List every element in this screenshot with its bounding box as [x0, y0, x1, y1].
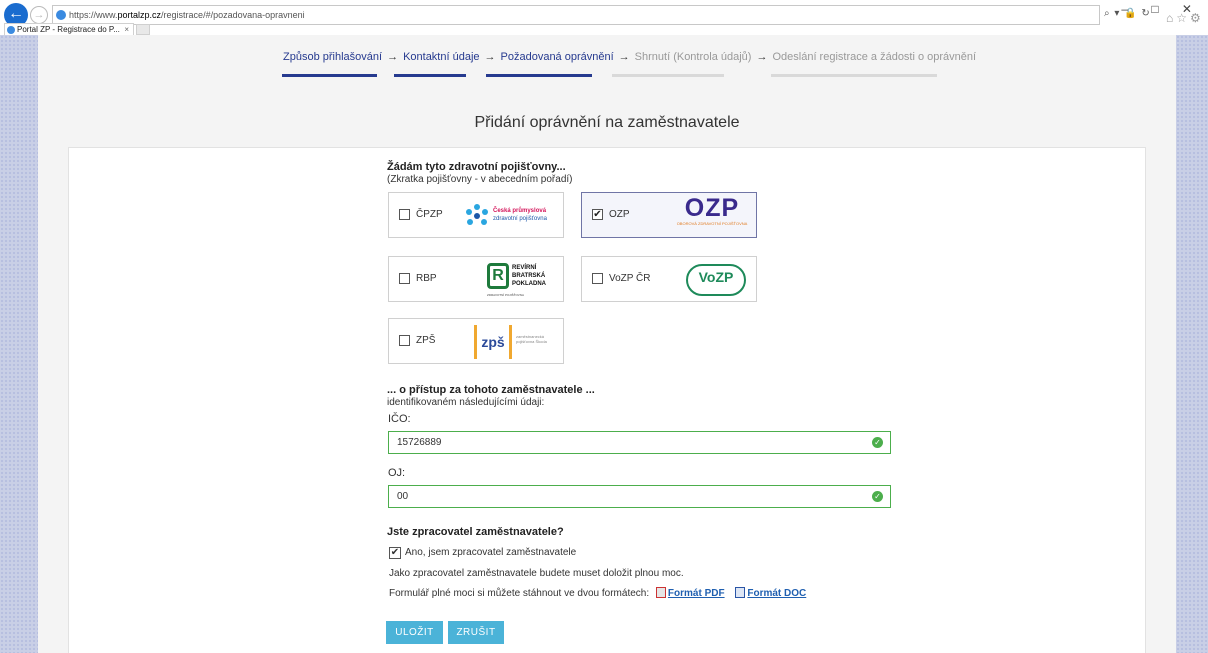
cpzp-logo-line2: zdravotní pojišťovna: [493, 216, 547, 222]
oj-value: 00: [397, 491, 409, 502]
download-pdf-link[interactable]: Formát PDF: [668, 588, 725, 599]
oj-input[interactable]: 00 ✓: [388, 485, 891, 508]
page-title: Přidání oprávnění na zaměstnavatele: [474, 114, 740, 131]
step-arrow: →: [387, 51, 399, 63]
pdf-file-icon: [655, 587, 666, 598]
zps-logo-subtitle: zaměstnanecká pojišťovna Škoda: [516, 334, 547, 344]
url-path: /registrace/#/pozadovana-opravneni: [161, 10, 305, 20]
tab-title: Portal ZP - Registrace do P...: [17, 25, 120, 34]
valid-check-icon: ✓: [872, 437, 883, 448]
insurer-checkbox-cpzp[interactable]: [399, 209, 410, 220]
download-doc-link[interactable]: Formát DOC: [747, 588, 806, 599]
vozp-logo: VoZP: [686, 264, 746, 296]
step-login-method[interactable]: Způsob přihlašování: [283, 51, 382, 63]
step-arrow: →: [618, 51, 630, 63]
insurer-card-ozp[interactable]: ✔ OZP OZP OBOROVÁ ZDRAVOTNÍ POJIŠŤOVNA: [581, 192, 757, 238]
address-bar[interactable]: https://www.portalzp.cz/registrace/#/poz…: [52, 5, 1100, 25]
employer-subheading: identifikovaném následujícími údaji:: [387, 397, 545, 408]
cpzp-logo: Česká průmyslová zdravotní pojišťovna: [464, 203, 559, 229]
rbp-logo: R REVÍRNÍ BRATRSKÁ POKLADNA ZDRAVOTNÍ PO…: [487, 261, 557, 299]
site-favicon-icon: [56, 10, 66, 20]
zps-logo-mark: zpš: [474, 325, 512, 359]
step-bar-permissions: [486, 74, 592, 77]
step-bar-submit: [771, 74, 937, 77]
cancel-button[interactable]: ZRUŠIT: [448, 621, 504, 644]
ico-value: 15726889: [397, 437, 442, 448]
insurer-checkbox-zps[interactable]: [399, 335, 410, 346]
step-arrow: →: [484, 51, 496, 63]
forward-button[interactable]: →: [30, 6, 48, 24]
insurer-label: OZP: [609, 209, 630, 220]
step-bar-summary: [612, 74, 724, 77]
rbp-emblem-icon: R: [487, 263, 509, 289]
tab-favicon-icon: [7, 26, 15, 34]
insurer-card-zps[interactable]: ZPŠ zpš zaměstnanecká pojišťovna Škoda: [388, 318, 564, 364]
ico-label: IČO:: [388, 413, 411, 425]
page-background: Způsob přihlašování → Kontaktní údaje → Poža…: [0, 35, 1208, 653]
processor-checkbox[interactable]: ✔: [389, 547, 401, 559]
window-controls[interactable]: – □ ✕: [1121, 2, 1202, 16]
url-prefix: https://www.: [69, 10, 118, 20]
cpzp-logo-line1: Česká průmyslová: [493, 208, 547, 214]
ozp-logo: OZP OBOROVÁ ZDRAVOTNÍ POJIŠŤOVNA: [672, 195, 752, 235]
insurers-subheading: (Zkratka pojišťovny - v abecedním pořadí…: [387, 174, 573, 185]
step-contact-info[interactable]: Kontaktní údaje: [403, 51, 479, 63]
browser-tab[interactable]: Portal ZP - Registrace do P... ×: [4, 23, 134, 35]
step-summary: Shrnutí (Kontrola údajů): [634, 51, 752, 63]
insurer-label: VoZP ČR: [609, 273, 651, 284]
insurer-checkbox-ozp[interactable]: ✔: [592, 209, 603, 220]
new-tab-button[interactable]: [136, 24, 150, 35]
step-bar-login-method: [282, 74, 377, 77]
rbp-logo-subtitle: ZDRAVOTNÍ POJIŠŤOVNA: [487, 293, 524, 297]
vozp-logo-mark: VoZP: [698, 269, 734, 285]
url-domain: portalzp.cz: [117, 10, 162, 20]
insurer-label: ZPŠ: [416, 335, 436, 346]
insurer-checkbox-vozp[interactable]: [592, 273, 603, 284]
ozp-logo-subtitle: OBOROVÁ ZDRAVOTNÍ POJIŠŤOVNA: [676, 221, 748, 226]
step-bar-contact-info: [394, 74, 466, 77]
browser-chrome: ← → https://www.portalzp.cz/registrace/#…: [0, 0, 1208, 35]
step-permissions[interactable]: Požadovaná oprávnění: [501, 51, 614, 63]
zps-logo: zpš zaměstnanecká pojišťovna Škoda: [474, 322, 562, 362]
download-row: Formulář plné moci si můžete stáhnout ve…: [389, 587, 806, 599]
insurer-label: RBP: [416, 273, 437, 284]
insurer-card-vozp[interactable]: VoZP ČR VoZP: [581, 256, 757, 302]
main-content: Způsob přihlašování → Kontaktní údaje → Poža…: [38, 35, 1176, 653]
registration-steps: Způsob přihlašování → Kontaktní údaje → Poža…: [283, 51, 976, 63]
oj-label: OJ:: [388, 467, 406, 479]
download-text: Formulář plné moci si můžete stáhnout ve…: [389, 588, 650, 599]
step-submit: Odeslání registrace a žádosti o oprávněn…: [772, 51, 977, 63]
cpzp-star-icon: [466, 204, 488, 225]
ico-input[interactable]: 15726889 ✓: [388, 431, 891, 454]
save-button[interactable]: ULOŽIT: [386, 621, 443, 644]
power-of-attorney-note: Jako zpracovatel zaměstnavatele budete m…: [389, 568, 684, 579]
step-arrow: →: [756, 51, 768, 63]
tab-close-icon[interactable]: ×: [124, 24, 129, 35]
ozp-logo-mark: OZP: [684, 194, 740, 222]
processor-heading: Jste zpracovatel zaměstnavatele?: [387, 526, 564, 538]
processor-checkbox-label[interactable]: Ano, jsem zpracovatel zaměstnavatele: [405, 547, 576, 558]
insurer-label: ČPZP: [416, 209, 443, 220]
insurer-card-cpzp[interactable]: ČPZP Česká průmyslová zdravotní pojišťov…: [388, 192, 564, 238]
employer-heading: ... o přístup za tohoto zaměstnavatele .…: [387, 384, 595, 396]
insurer-card-rbp[interactable]: RBP R REVÍRNÍ BRATRSKÁ POKLADNA ZDRAVOTN…: [388, 256, 564, 302]
valid-check-icon: ✓: [872, 491, 883, 502]
permission-form: Žádám tyto zdravotní pojišťovny... (Zkra…: [68, 147, 1146, 653]
rbp-logo-name: REVÍRNÍ BRATRSKÁ POKLADNA: [512, 265, 546, 287]
doc-file-icon: [735, 587, 746, 598]
insurers-heading: Žádám tyto zdravotní pojišťovny...: [387, 161, 566, 173]
insurer-checkbox-rbp[interactable]: [399, 273, 410, 284]
